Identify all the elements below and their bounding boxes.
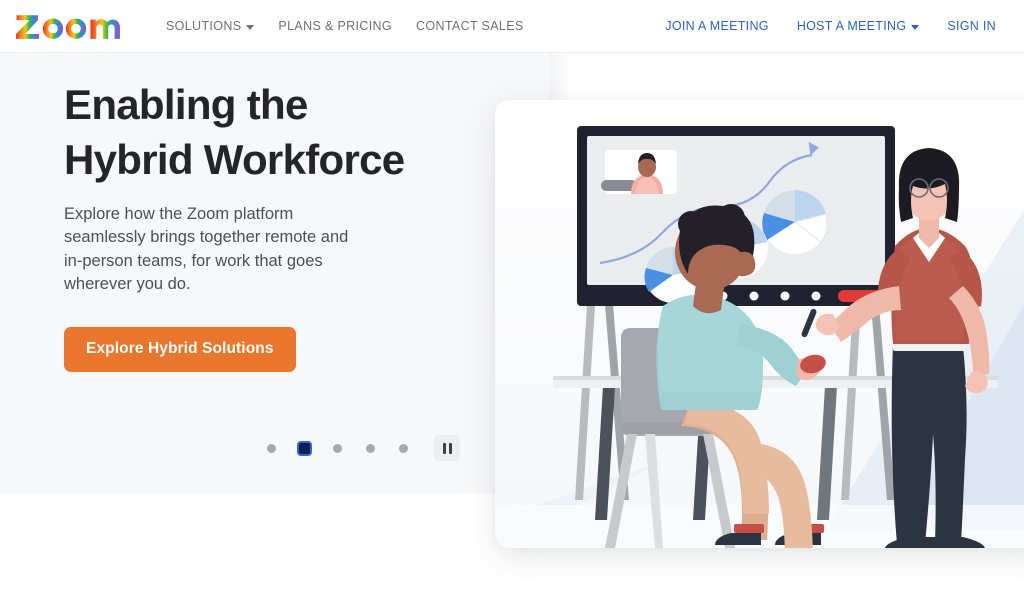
nav-item-label: JOIN A MEETING <box>665 19 769 33</box>
hero-subtitle: Explore how the Zoom platform seamlessly… <box>64 204 349 294</box>
pause-icon-bar-left <box>442 442 446 454</box>
zoom-logo[interactable] <box>14 11 122 41</box>
explore-hybrid-solutions-button[interactable]: Explore Hybrid Solutions <box>64 326 296 372</box>
video-call-inset <box>601 150 677 194</box>
hero-illustration-card <box>495 100 1024 548</box>
pause-icon-bar-right <box>448 442 452 454</box>
hybrid-meeting-illustration <box>495 100 1024 548</box>
chevron-down-icon <box>246 24 255 30</box>
nav-item-label: CONTACT SALES <box>416 19 524 33</box>
carousel-dot-1[interactable] <box>267 443 276 453</box>
carousel-dot-3[interactable] <box>333 443 342 453</box>
page-title: Enabling the Hybrid Workforce <box>64 81 405 184</box>
nav-item-label: HOST A MEETING <box>796 19 907 33</box>
nav-item-contact-sales[interactable]: CONTACT SALES <box>404 19 536 33</box>
carousel-dot-5[interactable] <box>399 443 408 453</box>
nav-item-solutions[interactable]: SOLUTIONS <box>154 19 266 33</box>
nav-item-host-a-meeting[interactable]: HOST A MEETING <box>783 19 934 33</box>
nav-item-label: SOLUTIONS <box>166 19 242 33</box>
nav-item-label: PLANS & PRICING <box>278 19 393 33</box>
top-navigation-bar: SOLUTIONS PLANS & PRICING CONTACT SALES … <box>0 0 1024 53</box>
chevron-down-icon <box>911 24 920 30</box>
carousel-controls <box>255 435 460 461</box>
nav-item-join-a-meeting[interactable]: JOIN A MEETING <box>651 19 783 33</box>
hero-content: Enabling the Hybrid Workforce Explore ho… <box>64 77 464 372</box>
page-root: SOLUTIONS PLANS & PRICING CONTACT SALES … <box>0 0 1024 592</box>
nav-item-sign-in[interactable]: SIGN IN <box>933 19 1010 33</box>
primary-nav: SOLUTIONS PLANS & PRICING CONTACT SALES <box>154 19 536 33</box>
carousel-dot-2-active[interactable] <box>299 442 310 454</box>
secondary-nav: JOIN A MEETING HOST A MEETING SIGN IN <box>651 19 1010 33</box>
nav-item-label: SIGN IN <box>947 19 996 33</box>
carousel-dot-4[interactable] <box>366 443 375 453</box>
nav-item-plans-pricing[interactable]: PLANS & PRICING <box>266 19 404 33</box>
carousel-pause-button[interactable] <box>434 435 460 461</box>
